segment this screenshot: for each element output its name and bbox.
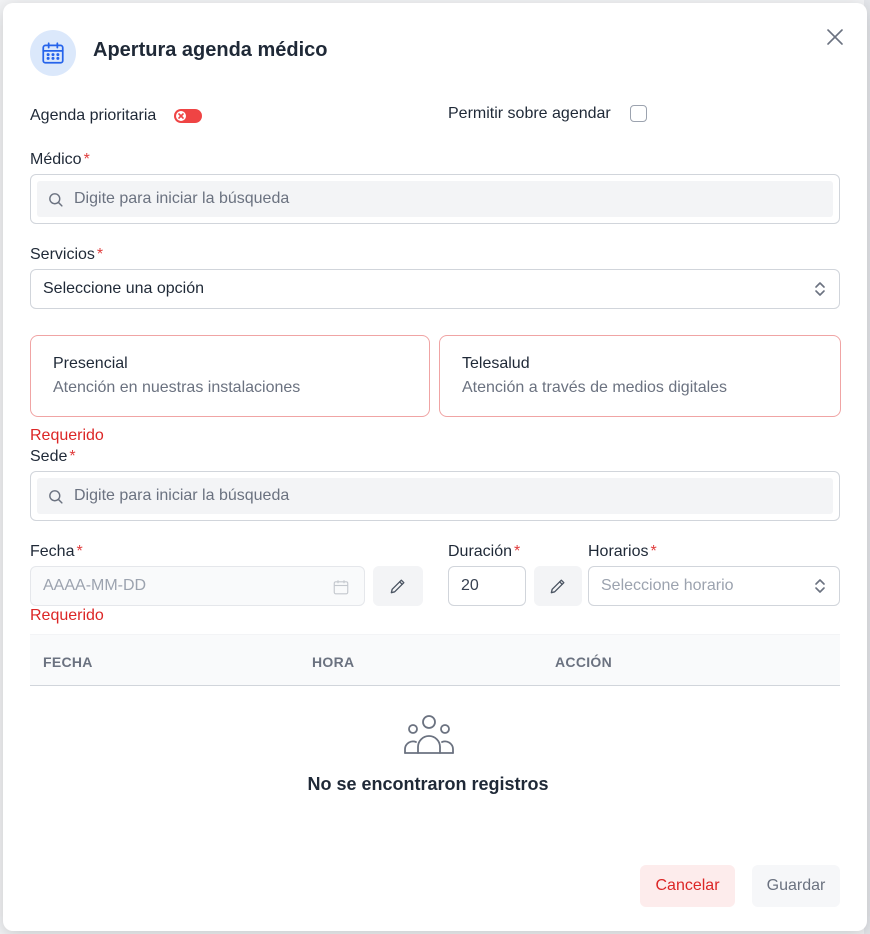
pencil-icon	[390, 579, 405, 594]
fecha-label: Fecha *	[30, 543, 83, 561]
mode-title: Telesalud	[462, 355, 530, 372]
sede-label: Sede *	[30, 448, 76, 466]
fecha-input[interactable]: AAAA-MM-DD	[30, 566, 365, 606]
required-mark: *	[650, 543, 657, 560]
sede-search-field[interactable]: Digite para iniciar la búsqueda	[30, 471, 840, 521]
column-header-fecha: FECHA	[43, 654, 93, 670]
servicios-label: Servicios *	[30, 246, 103, 264]
duracion-label-text: Duración	[448, 543, 513, 560]
servicios-select[interactable]: Seleccione una opción	[30, 269, 840, 309]
close-icon[interactable]	[823, 25, 847, 49]
medico-search-field[interactable]: Digite para iniciar la búsqueda	[30, 174, 840, 224]
column-header-accion: ACCIÓN	[555, 654, 613, 670]
fecha-placeholder: AAAA-MM-DD	[43, 577, 147, 594]
mode-desc: Atención a través de medios digitales	[462, 379, 728, 396]
priority-label: Agenda prioritaria	[30, 107, 157, 124]
calendar-icon	[30, 30, 76, 76]
servicios-selected-value: Seleccione una opción	[43, 280, 205, 297]
empty-state-text: No se encontraron registros	[307, 774, 549, 794]
calendar-icon[interactable]	[332, 578, 350, 596]
servicios-label-text: Servicios	[30, 246, 95, 263]
x-icon	[176, 111, 186, 121]
pencil-icon	[550, 579, 565, 594]
duracion-input[interactable]: 20	[448, 566, 526, 606]
fecha-label-text: Fecha	[30, 543, 75, 560]
required-mark: *	[76, 543, 83, 560]
modes-error: Requerido	[30, 427, 104, 444]
search-icon	[49, 489, 63, 504]
column-header-hora: HORA	[312, 654, 355, 670]
horarios-label: Horarios *	[588, 543, 657, 561]
mode-card-presencial[interactable]: Presencial Atención en nuestras instalac…	[30, 335, 430, 417]
horarios-select[interactable]: Seleccione horario	[588, 566, 840, 606]
horarios-label-text: Horarios	[588, 543, 649, 560]
horarios-placeholder: Seleccione horario	[601, 577, 734, 594]
chevron-up-down-icon	[815, 282, 825, 296]
required-mark: *	[69, 448, 76, 465]
priority-toggle[interactable]	[174, 109, 202, 123]
cancel-button[interactable]: Cancelar	[640, 865, 735, 907]
duracion-label: Duración *	[448, 543, 520, 561]
medico-label: Médico *	[30, 151, 90, 169]
duracion-edit-button[interactable]	[534, 566, 582, 606]
sede-search-input[interactable]: Digite para iniciar la búsqueda	[74, 487, 289, 505]
users-icon	[403, 713, 455, 760]
mode-desc: Atención en nuestras instalaciones	[53, 379, 301, 396]
apertura-agenda-dialog: Apertura agenda médico Agenda prioritari…	[3, 3, 867, 931]
fecha-edit-button[interactable]	[373, 566, 423, 606]
table-header: FECHA HORA ACCIÓN	[30, 634, 840, 686]
required-mark: *	[83, 151, 90, 168]
sede-label-text: Sede	[30, 448, 68, 465]
overbook-label: Permitir sobre agendar	[448, 105, 611, 122]
required-mark: *	[96, 246, 104, 263]
chevron-up-down-icon	[815, 579, 825, 593]
mode-title: Presencial	[53, 355, 128, 372]
mode-card-telesalud[interactable]: Telesalud Atención a través de medios di…	[439, 335, 841, 417]
overbook-checkbox[interactable]	[630, 105, 647, 122]
medico-search-input[interactable]: Digite para iniciar la búsqueda	[74, 190, 289, 208]
dialog-title: Apertura agenda médico	[93, 39, 328, 61]
save-button[interactable]: Guardar	[752, 865, 840, 907]
search-icon	[49, 192, 63, 207]
medico-label-text: Médico	[30, 151, 82, 168]
fecha-error: Requerido	[30, 607, 104, 624]
required-mark: *	[514, 543, 521, 560]
